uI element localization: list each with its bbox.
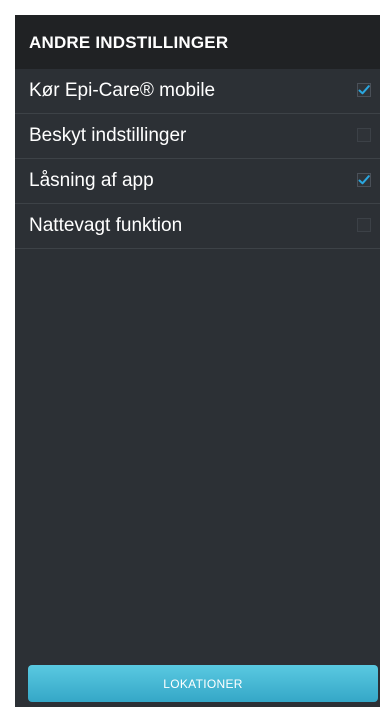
checkbox-run-epicare[interactable] — [357, 83, 371, 97]
setting-row-night-watch[interactable]: Nattevagt funktion — [15, 204, 380, 249]
checkmark-icon — [358, 85, 370, 95]
setting-row-protect-settings[interactable]: Beskyt indstillinger — [15, 114, 380, 159]
setting-row-run-epicare[interactable]: Kør Epi-Care® mobile — [15, 69, 380, 114]
setting-row-app-lock[interactable]: Låsning af app — [15, 159, 380, 204]
screen: ANDRE INDSTILLINGER Kør Epi-Care® mobile… — [0, 0, 380, 707]
setting-label: Beskyt indstillinger — [29, 125, 187, 146]
locations-button[interactable]: LOKATIONER — [28, 665, 378, 702]
setting-label: Kør Epi-Care® mobile — [29, 80, 216, 101]
settings-panel: ANDRE INDSTILLINGER Kør Epi-Care® mobile… — [15, 15, 380, 707]
checkbox-night-watch[interactable] — [357, 218, 371, 232]
checkbox-app-lock[interactable] — [357, 173, 371, 187]
checkmark-icon — [358, 175, 370, 185]
page-title: ANDRE INDSTILLINGER — [15, 15, 380, 69]
setting-label: Nattevagt funktion — [29, 215, 183, 236]
setting-label: Låsning af app — [29, 170, 154, 191]
checkbox-protect-settings[interactable] — [357, 128, 371, 142]
settings-list: Kør Epi-Care® mobile Beskyt indstillinge… — [15, 69, 380, 249]
